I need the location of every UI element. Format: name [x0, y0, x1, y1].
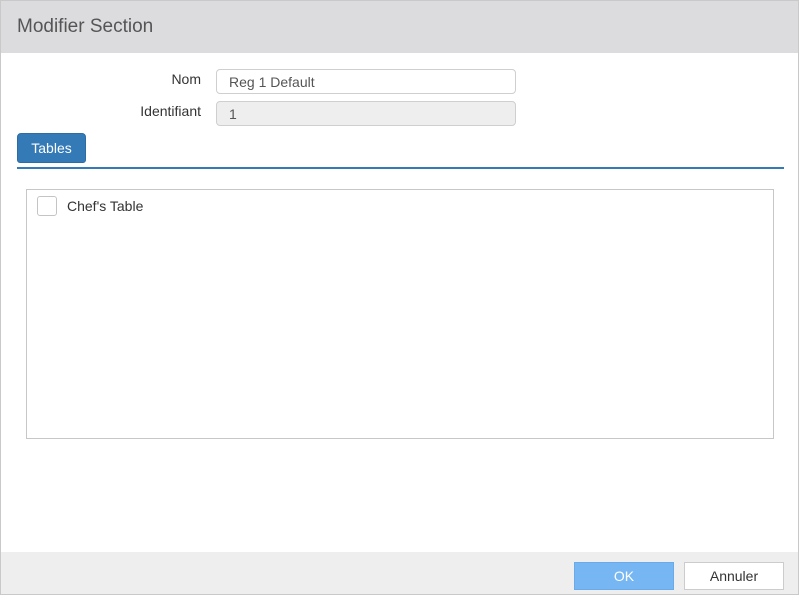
- tables-list: Chef's Table: [26, 189, 774, 439]
- modifier-section-dialog: Modifier Section Nom Identifiant Tables …: [0, 0, 799, 595]
- list-item[interactable]: Chef's Table: [37, 194, 143, 218]
- tab-tables[interactable]: Tables: [17, 133, 86, 163]
- tab-underline: [17, 167, 784, 169]
- dialog-footer: OK Annuler: [1, 552, 798, 594]
- identifier-label: Identifiant: [140, 103, 201, 119]
- name-label: Nom: [171, 71, 201, 87]
- dialog-header: Modifier Section: [1, 1, 798, 53]
- name-input[interactable]: [216, 69, 516, 94]
- identifier-input: [216, 101, 516, 126]
- chefs-table-checkbox[interactable]: [37, 196, 57, 216]
- list-item-label: Chef's Table: [67, 198, 144, 214]
- dialog-title: Modifier Section: [17, 16, 154, 37]
- ok-button[interactable]: OK: [574, 562, 674, 590]
- cancel-button[interactable]: Annuler: [684, 562, 784, 590]
